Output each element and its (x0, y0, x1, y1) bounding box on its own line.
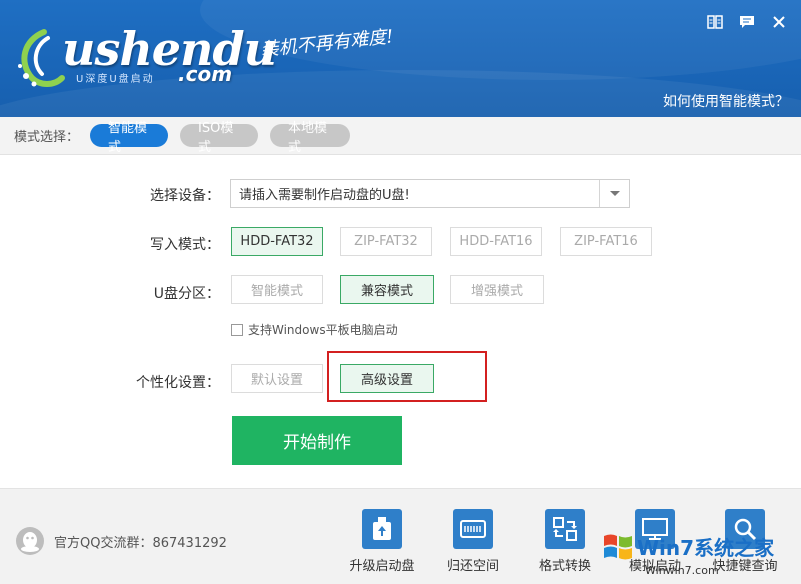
chevron-down-icon[interactable] (599, 180, 629, 207)
windows-logo-icon (604, 534, 632, 560)
device-label: 选择设备： (150, 188, 220, 204)
logo-domain: .com (178, 62, 233, 86)
help-link[interactable]: 如何使用智能模式？ (663, 91, 789, 111)
write-mode-hdd-fat32[interactable]: HDD-FAT32 (231, 227, 323, 256)
partition-compatible-mode[interactable]: 兼容模式 (340, 275, 434, 304)
personalize-label: 个性化设置： (136, 375, 220, 391)
window-controls (705, 12, 789, 32)
message-icon[interactable] (737, 12, 757, 32)
qq-penguin-icon (16, 527, 44, 555)
tool-reclaim-space[interactable]: 归还空间 (428, 509, 518, 574)
tablet-support-option[interactable]: 支持Windows平板电脑启动 (231, 321, 398, 338)
partition-label: U盘分区： (153, 286, 220, 302)
disk-icon (453, 509, 493, 549)
mode-label: 模式选择： (14, 130, 80, 145)
mode-bar: 模式选择： 智能模式 ISO模式 本地模式 (0, 117, 801, 155)
tablet-support-checkbox[interactable] (231, 323, 243, 336)
partition-enhanced-mode[interactable]: 增强模式 (450, 275, 544, 304)
tablet-support-label: 支持Windows平板电脑启动 (248, 323, 398, 337)
watermark-url: Winwin7.com (645, 564, 719, 577)
logo-subtitle: U深度U盘启动 (76, 74, 155, 85)
logo-text: ushendu (62, 22, 277, 76)
upgrade-icon (362, 509, 402, 549)
tool-upgrade-label: 升级启动盘 (349, 559, 415, 574)
qq-group-info: 官方QQ交流群：867431292 (16, 527, 227, 555)
write-mode-hdd-fat16[interactable]: HDD-FAT16 (450, 227, 542, 256)
close-icon[interactable] (769, 12, 789, 32)
book-icon[interactable] (705, 12, 725, 32)
watermark-text: Win7系统之家 (637, 536, 775, 560)
personalize-default[interactable]: 默认设置 (231, 364, 323, 393)
watermark: Win7系统之家 Winwin7.com (597, 522, 797, 582)
tool-reclaim-label: 归还空间 (446, 559, 499, 574)
tool-convert-label: 格式转换 (538, 559, 591, 574)
device-select-value: 请插入需要制作启动盘的U盘! (239, 188, 410, 203)
annotation-highlight-box (327, 351, 487, 402)
start-button[interactable]: 开始制作 (232, 416, 402, 465)
tool-upgrade[interactable]: 升级启动盘 (337, 509, 427, 574)
partition-smart-mode[interactable]: 智能模式 (231, 275, 323, 304)
tab-local-mode[interactable]: 本地模式 (270, 121, 350, 155)
write-mode-label: 写入模式： (150, 237, 220, 253)
app-header: ushendu U深度U盘启动 .com 装机不再有难度! 如何使用智能模式？ (0, 0, 801, 117)
qq-group-text: 官方QQ交流群：867431292 (54, 535, 227, 551)
write-mode-zip-fat16[interactable]: ZIP-FAT16 (560, 227, 652, 256)
write-mode-zip-fat32[interactable]: ZIP-FAT32 (340, 227, 432, 256)
device-select[interactable]: 请插入需要制作启动盘的U盘! (230, 179, 630, 208)
tab-iso-mode[interactable]: ISO模式 (180, 121, 258, 155)
footer: 官方QQ交流群：867431292 升级启动盘 归还空间 格式转换 模拟启动 快… (0, 488, 801, 584)
convert-icon (545, 509, 585, 549)
tab-smart-mode[interactable]: 智能模式 (90, 121, 168, 155)
